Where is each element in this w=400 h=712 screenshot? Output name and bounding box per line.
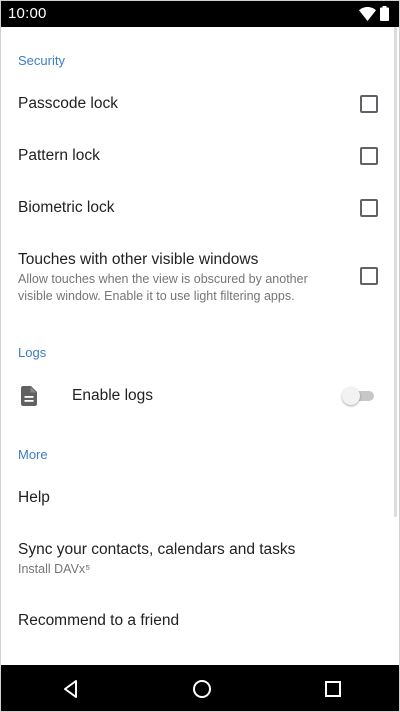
- settings-list: Security Passcode lock Pattern lock Biom…: [1, 27, 399, 665]
- status-bar: 10:00: [1, 1, 399, 27]
- recommend-title: Recommend to a friend: [18, 612, 180, 629]
- home-icon[interactable]: [190, 677, 214, 701]
- pattern-lock-checkbox[interactable]: [360, 147, 378, 165]
- screen: 10:00 Security Passcode lock Pattern loc…: [0, 0, 400, 712]
- sync-summary: Install DAVx⁵: [18, 562, 91, 576]
- help-title: Help: [18, 489, 50, 506]
- switch-thumb: [342, 387, 360, 405]
- enable-logs-title: Enable logs: [72, 387, 154, 404]
- scrollbar[interactable]: [394, 27, 397, 517]
- help-row[interactable]: Help: [1, 473, 399, 525]
- passcode-lock-title: Passcode lock: [18, 95, 118, 112]
- navigation-bar: [1, 665, 399, 711]
- section-header-logs: Logs: [18, 345, 47, 360]
- battery-icon: [380, 6, 389, 26]
- section-header-more: More: [18, 447, 48, 462]
- back-icon[interactable]: [59, 677, 83, 701]
- pattern-lock-row[interactable]: Pattern lock: [1, 133, 399, 185]
- touches-title: Touches with other visible windows: [18, 251, 259, 268]
- passcode-lock-checkbox[interactable]: [360, 95, 378, 113]
- biometric-lock-row[interactable]: Biometric lock: [1, 185, 399, 237]
- touches-summary: Allow touches when the view is obscured …: [18, 272, 308, 303]
- enable-logs-row[interactable]: Enable logs: [1, 371, 399, 421]
- section-header-security: Security: [18, 53, 65, 68]
- enable-logs-switch[interactable]: [342, 387, 374, 405]
- sync-row[interactable]: Sync your contacts, calendars and tasks …: [1, 527, 399, 587]
- wifi-icon: [359, 6, 376, 26]
- pattern-lock-title: Pattern lock: [18, 147, 100, 164]
- sync-title: Sync your contacts, calendars and tasks: [18, 541, 296, 558]
- status-icons: [359, 6, 389, 26]
- touches-row[interactable]: Touches with other visible windows Allow…: [1, 237, 399, 313]
- recommend-row[interactable]: Recommend to a friend: [1, 597, 399, 649]
- biometric-lock-checkbox[interactable]: [360, 199, 378, 217]
- recents-icon[interactable]: [321, 677, 345, 701]
- touches-checkbox[interactable]: [360, 267, 378, 285]
- passcode-lock-row[interactable]: Passcode lock: [1, 81, 399, 133]
- document-icon: [21, 386, 37, 411]
- status-time: 10:00: [8, 5, 47, 22]
- biometric-lock-title: Biometric lock: [18, 199, 115, 216]
